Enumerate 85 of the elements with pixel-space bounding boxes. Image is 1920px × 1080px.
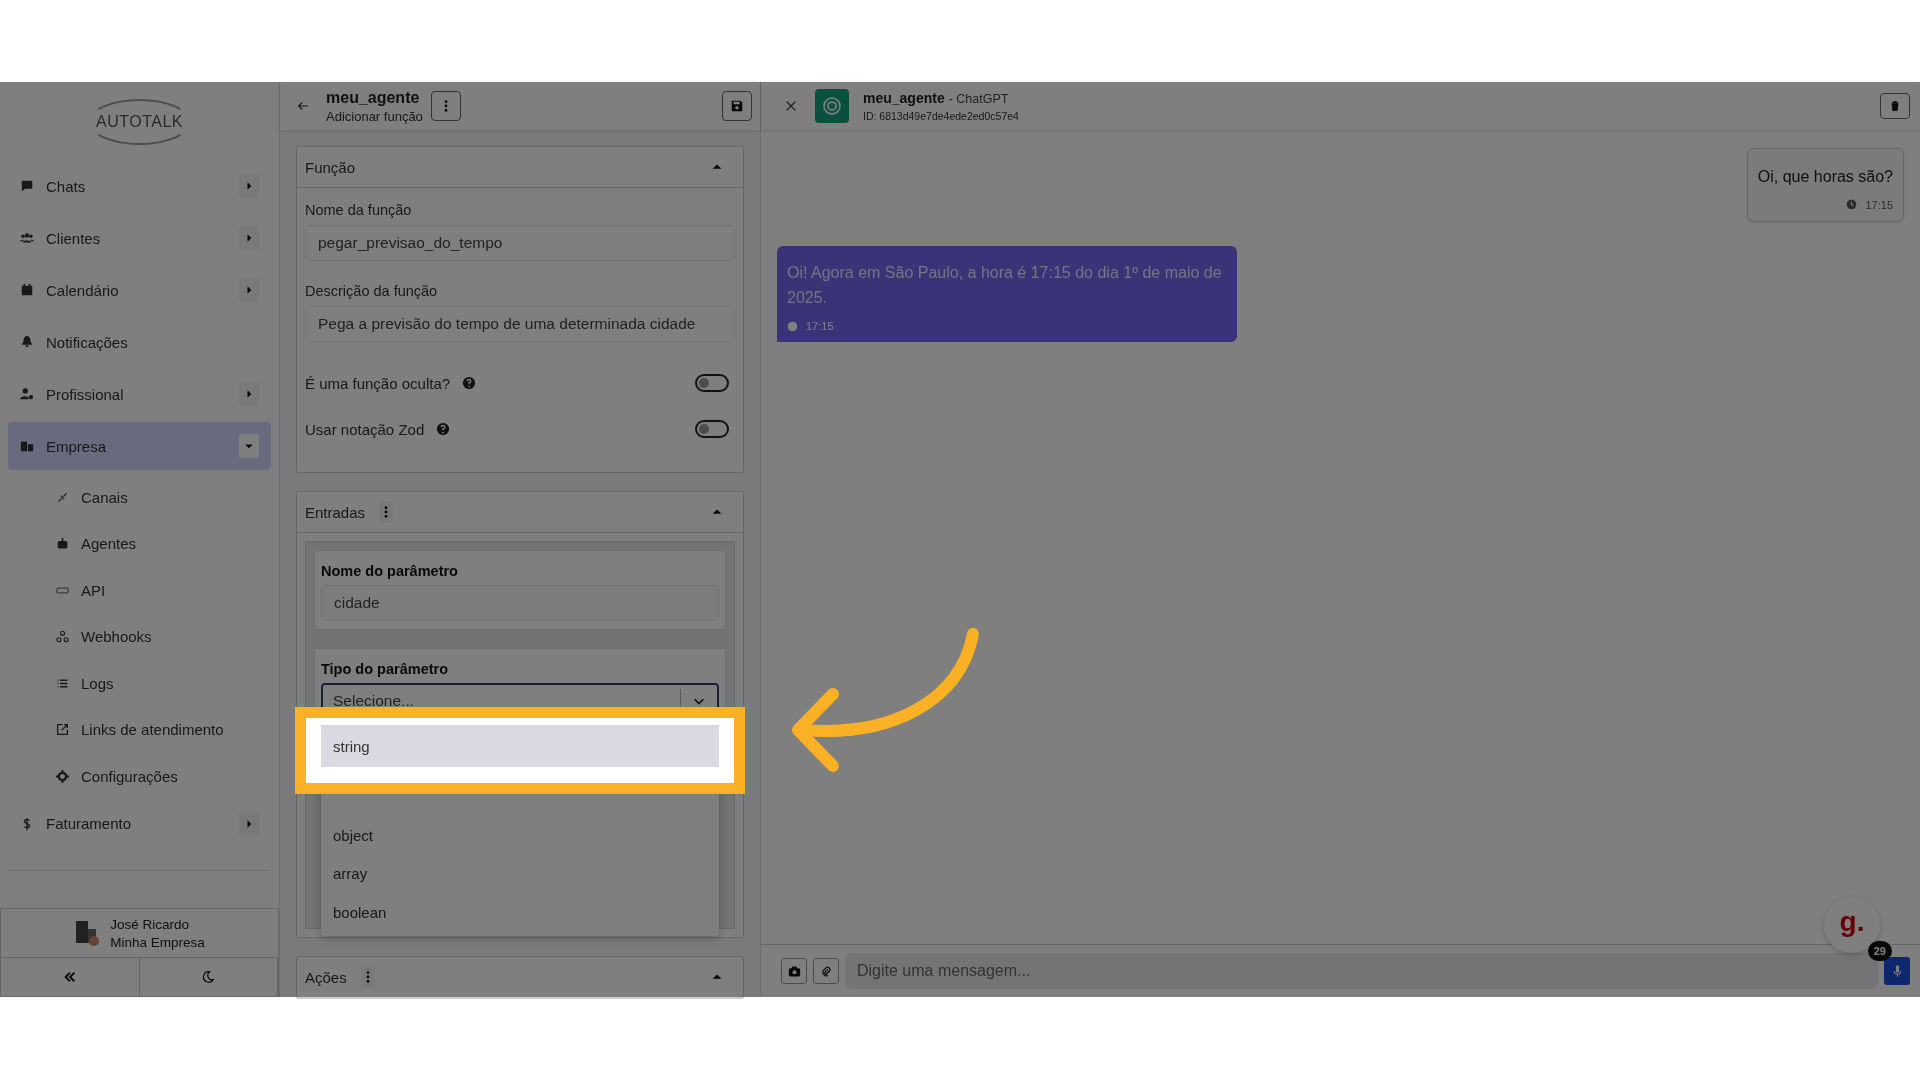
logo: AUTOTALK bbox=[88, 99, 191, 145]
nav-item[interactable]: Faturamento bbox=[8, 799, 271, 848]
message-text: Oi, que horas são? bbox=[1757, 166, 1893, 187]
toggle-label: É uma função oculta? bbox=[305, 374, 451, 392]
section-title: Ações bbox=[305, 968, 347, 986]
user-card[interactable]: José Ricardo Minha Empresa bbox=[0, 908, 279, 958]
calendar-icon bbox=[20, 283, 34, 297]
message-time: 17:15 bbox=[1865, 198, 1893, 211]
field-label: Descrição da função bbox=[305, 283, 439, 299]
expand-toggle[interactable] bbox=[239, 174, 259, 198]
message-time: 17:15 bbox=[806, 320, 834, 332]
close-icon bbox=[784, 99, 798, 113]
moon-icon bbox=[201, 970, 216, 984]
dropdown-option[interactable]: string bbox=[321, 725, 719, 767]
external-link-icon bbox=[56, 723, 69, 737]
agent-name: meu_agente bbox=[863, 90, 945, 106]
nav-subitem[interactable]: Logs bbox=[8, 660, 271, 707]
delete-button[interactable] bbox=[1880, 93, 1910, 119]
help-icon bbox=[436, 422, 451, 436]
nav-item[interactable]: Calendário bbox=[8, 266, 271, 314]
field-label: Nome da função bbox=[305, 202, 413, 218]
expand-toggle[interactable] bbox=[239, 434, 259, 458]
building-icon bbox=[20, 439, 34, 453]
nav-item[interactable]: Chats bbox=[8, 162, 271, 210]
back-arrow-icon bbox=[296, 99, 310, 113]
kebab-icon bbox=[365, 970, 370, 984]
dropdown-option[interactable]: array bbox=[321, 854, 719, 893]
nav-subitem[interactable]: Configurações bbox=[8, 753, 271, 800]
toggle-switch[interactable] bbox=[695, 374, 729, 392]
nav-item[interactable]: Notificações bbox=[8, 318, 271, 366]
model-name: - ChatGPT bbox=[948, 92, 1009, 106]
user-gear-icon bbox=[20, 387, 34, 401]
expand-toggle[interactable] bbox=[239, 811, 259, 836]
trash-icon bbox=[1889, 99, 1901, 113]
users-icon bbox=[20, 231, 34, 245]
microphone-button[interactable] bbox=[1884, 957, 1910, 985]
save-button[interactable] bbox=[722, 91, 752, 121]
nav-subitem[interactable]: Links de atendimento bbox=[8, 706, 271, 753]
more-button[interactable] bbox=[360, 966, 375, 988]
agent-id: ID: 6813d49e7de4ede2ed0c57e4 bbox=[863, 110, 1020, 122]
attach-button[interactable] bbox=[813, 958, 839, 984]
company-name: Minha Empresa bbox=[110, 934, 205, 950]
paperclip-icon bbox=[819, 964, 833, 978]
more-button[interactable] bbox=[430, 91, 461, 121]
toggle-switch[interactable] bbox=[695, 420, 729, 438]
message-text: Oi! Agora em São Paulo, a hora é 17:15 do dia 1º de maio de 2025. bbox=[787, 263, 1223, 308]
dropdown-option[interactable]: object bbox=[321, 816, 719, 855]
nav-subitem[interactable]: Canais bbox=[8, 474, 271, 521]
section-title: Função bbox=[305, 158, 356, 176]
nav-subitem[interactable]: Agentes bbox=[8, 520, 271, 567]
text-field[interactable]: pegar_previsao_do_tempo bbox=[305, 225, 735, 261]
clock-icon bbox=[1846, 199, 1858, 210]
toggle-label: Usar notação Zod bbox=[305, 420, 425, 438]
webhook-icon bbox=[56, 630, 69, 644]
nav-subitem[interactable]: API bbox=[8, 567, 271, 614]
camera-icon bbox=[787, 964, 801, 978]
plug-icon bbox=[56, 490, 69, 504]
clock-icon bbox=[787, 320, 798, 332]
building-icon bbox=[74, 919, 101, 947]
nav-subitem[interactable]: Webhooks bbox=[8, 613, 271, 660]
field-label: Tipo do parâmetro bbox=[321, 661, 450, 677]
nav-item[interactable]: Empresa bbox=[8, 422, 271, 470]
double-chevron-icon bbox=[62, 970, 77, 984]
help-icon bbox=[462, 376, 477, 390]
user-name: José Ricardo bbox=[110, 916, 190, 932]
field-label: Nome do parâmetro bbox=[321, 563, 459, 579]
bell-icon bbox=[20, 335, 34, 349]
expand-toggle[interactable] bbox=[239, 382, 259, 406]
nav-item[interactable]: Clientes bbox=[8, 214, 271, 262]
more-button[interactable] bbox=[379, 501, 394, 523]
text-field[interactable]: cidade bbox=[321, 585, 719, 621]
section-title: Entradas bbox=[305, 503, 366, 521]
nav-item[interactable]: Profissional bbox=[8, 370, 271, 418]
kebab-icon bbox=[443, 99, 448, 113]
page-subtitle: Adicionar função bbox=[326, 108, 423, 124]
dropdown-option[interactable]: boolean bbox=[321, 893, 719, 932]
text-field[interactable]: Pega a previsão do tempo de uma determinada cidade bbox=[305, 306, 735, 342]
gear-icon bbox=[56, 769, 69, 783]
agent-title: meu_agente bbox=[326, 88, 421, 107]
expand-toggle[interactable] bbox=[239, 226, 259, 250]
chat-icon bbox=[20, 179, 34, 193]
kebab-icon bbox=[384, 505, 389, 519]
camera-button[interactable] bbox=[781, 958, 807, 984]
robot-icon bbox=[56, 537, 69, 551]
expand-toggle[interactable] bbox=[239, 278, 259, 302]
